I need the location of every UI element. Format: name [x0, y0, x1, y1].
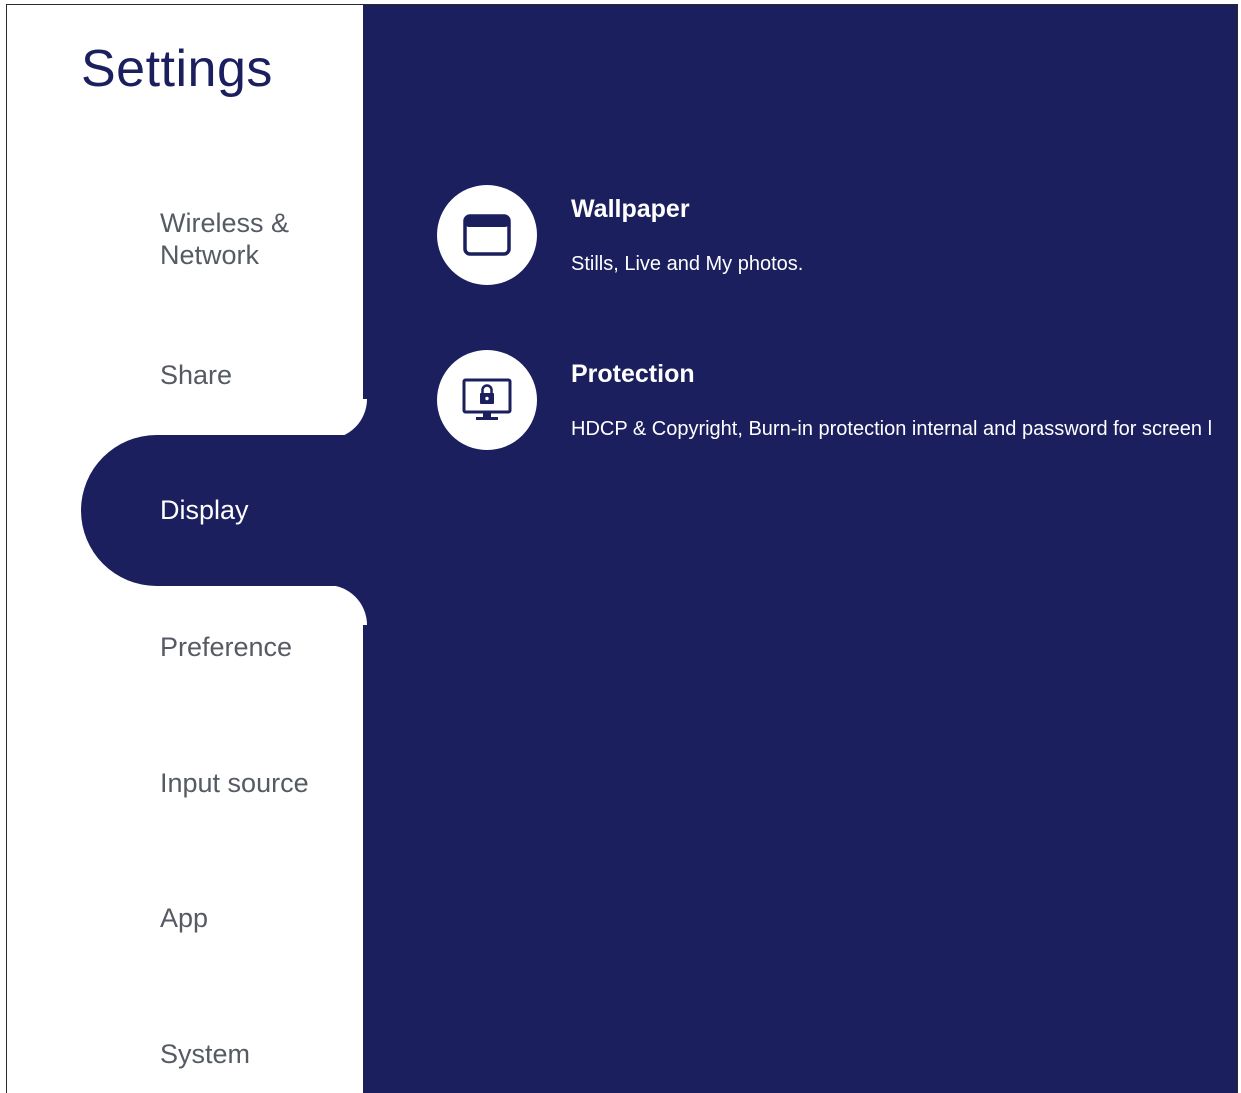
sidebar-item-display[interactable]: Display	[81, 435, 401, 586]
wallpaper-icon	[463, 214, 511, 256]
selection-curve-top	[327, 399, 367, 439]
wallpaper-icon-circle	[437, 185, 537, 285]
sidebar-item-preference[interactable]: Preference	[160, 631, 292, 663]
content-panel	[363, 5, 1237, 1093]
protection-description: HDCP & Copyright, Burn-in protection int…	[571, 418, 1213, 440]
page-title: Settings	[81, 40, 273, 98]
wallpaper-option[interactable]: Wallpaper Stills, Live and My photos.	[437, 185, 1237, 295]
sidebar-item-system[interactable]: System	[160, 1038, 250, 1070]
sidebar-item-wireless-network[interactable]: Wireless & Network	[160, 207, 340, 271]
sidebar-item-app[interactable]: App	[160, 902, 208, 934]
protection-option[interactable]: Protection HDCP & Copyright, Burn-in pro…	[437, 350, 1237, 460]
selection-curve-bottom	[327, 585, 367, 625]
wallpaper-description: Stills, Live and My photos.	[571, 253, 804, 275]
sidebar-item-share[interactable]: Share	[160, 359, 232, 391]
wallpaper-title: Wallpaper	[571, 195, 690, 223]
protection-title: Protection	[571, 360, 695, 388]
monitor-lock-icon	[462, 378, 512, 420]
settings-window: Settings Wireless & Network Share Prefer…	[6, 4, 1238, 1093]
sidebar-item-label: Display	[160, 495, 249, 525]
sidebar-item-input-source[interactable]: Input source	[160, 767, 309, 799]
protection-icon-circle	[437, 350, 537, 450]
